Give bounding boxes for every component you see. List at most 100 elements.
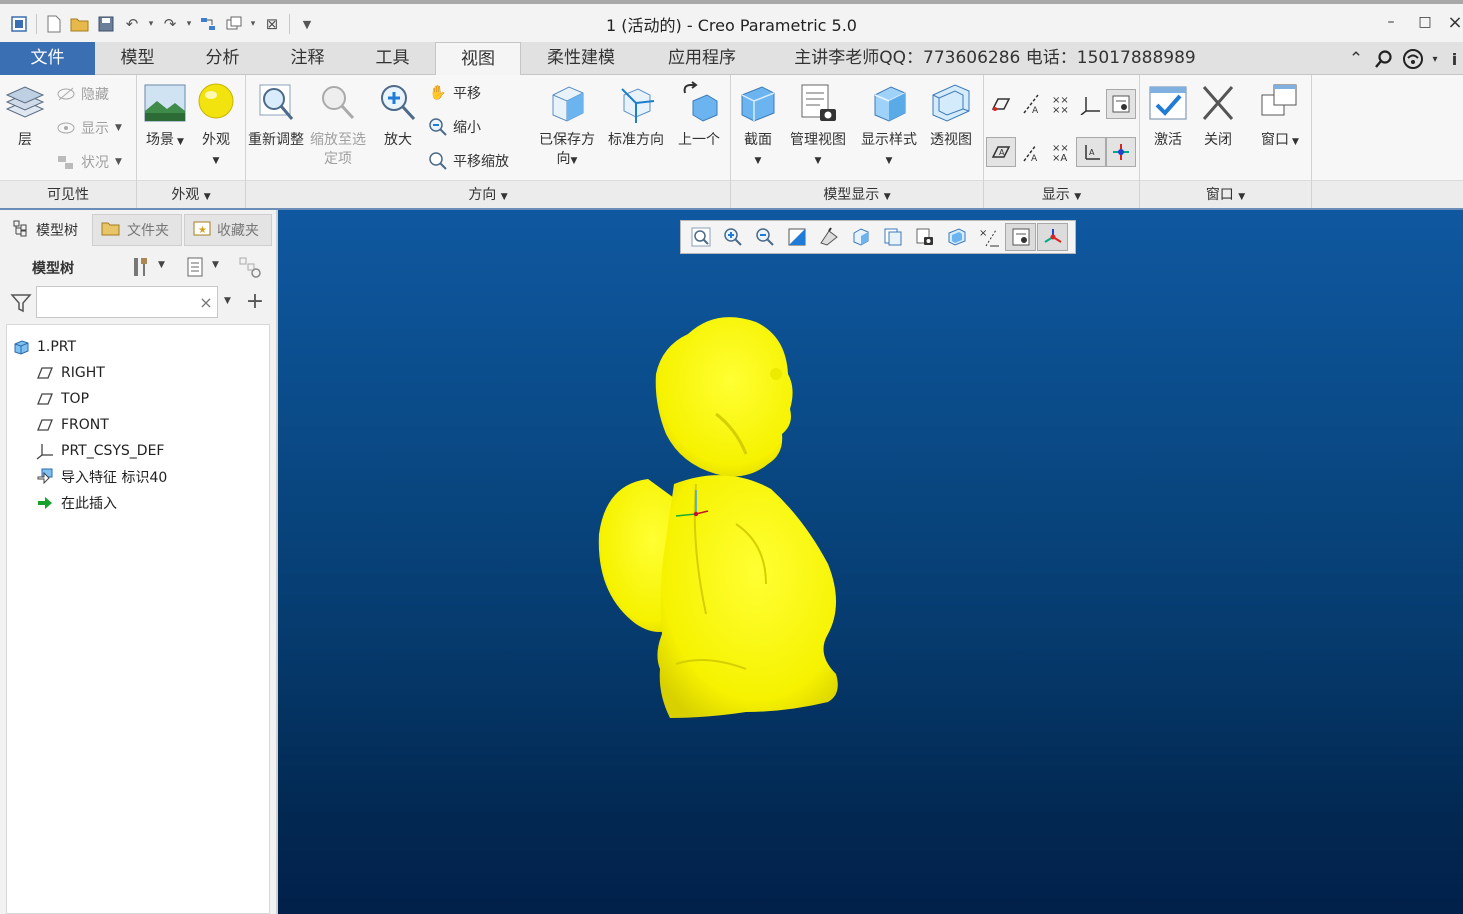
show-dropdown-icon-tree[interactable]: ▼ xyxy=(212,260,219,270)
tab-model-tree[interactable]: 模型树 xyxy=(4,214,90,246)
filter-funnel-icon[interactable] xyxy=(10,292,32,314)
tab-favorites[interactable]: ★ 收藏夹 xyxy=(184,214,272,246)
axis-tag-display-icon[interactable]: A xyxy=(1016,137,1046,167)
perspective-button[interactable]: 透视图 xyxy=(919,81,983,150)
csys-display-icon[interactable] xyxy=(1076,89,1106,119)
csys-tag-display-icon[interactable]: A xyxy=(1076,137,1106,167)
zoom-in-icon[interactable] xyxy=(717,223,748,251)
show-list-icon[interactable] xyxy=(182,254,208,280)
status-button[interactable]: 状况 ▼ xyxy=(56,149,122,175)
tree-item-insert-here[interactable]: 在此插入 xyxy=(35,491,117,515)
pan-button[interactable]: ✋ 平移 xyxy=(428,80,481,106)
tab-flexible-modeling[interactable]: 柔性建模 xyxy=(521,42,641,75)
svg-text:A: A xyxy=(999,148,1005,157)
buddha-3d-model[interactable] xyxy=(596,314,846,724)
plane-tag-display-icon[interactable]: A xyxy=(986,137,1016,167)
settings-dropdown-icon[interactable]: ▼ xyxy=(158,260,165,270)
tree-columns-icon[interactable] xyxy=(236,254,264,280)
spin-center-icon[interactable] xyxy=(1037,223,1068,251)
layer-button[interactable]: 层 xyxy=(0,81,57,150)
section-button[interactable]: 截面 ▼ xyxy=(726,81,790,171)
show-button[interactable]: 显示 ▼ xyxy=(56,115,122,141)
plane-display-icon[interactable] xyxy=(986,89,1016,119)
show-group-dropdown-icon[interactable]: ▼ xyxy=(1074,192,1081,202)
tab-model[interactable]: 模型 xyxy=(95,42,180,75)
datum-display-icon[interactable]: × xyxy=(973,223,1004,251)
pan-zoom-icon xyxy=(428,151,448,171)
close-button[interactable]: × xyxy=(1440,10,1463,34)
tab-applications[interactable]: 应用程序 xyxy=(641,42,763,75)
tab-view[interactable]: 视图 xyxy=(435,42,521,76)
orientation-group-dropdown-icon[interactable]: ▼ xyxy=(501,192,508,202)
annotation-display-toggle-icon[interactable] xyxy=(1005,223,1036,251)
display-style-icon[interactable] xyxy=(813,223,844,251)
zoom-out-icon[interactable] xyxy=(749,223,780,251)
view-manager-icon[interactable] xyxy=(877,223,908,251)
tree-item-top[interactable]: TOP xyxy=(35,387,89,411)
info-icon[interactable]: i xyxy=(1446,46,1463,72)
tab-analysis[interactable]: 分析 xyxy=(180,42,265,75)
tree-search-input[interactable] xyxy=(36,286,218,318)
search-dropdown-icon[interactable]: ▼ xyxy=(224,296,231,306)
previous-orientation-button[interactable]: 上一个 xyxy=(666,81,732,150)
zoom-out-button[interactable]: 缩小 xyxy=(428,114,481,140)
tree-item-part[interactable]: 1.PRT xyxy=(11,335,76,359)
help-dropdown-icon[interactable]: ▾ xyxy=(1428,46,1442,72)
manage-views-button[interactable]: 管理视图 ▼ xyxy=(785,81,851,171)
graphics-area[interactable]: × xyxy=(278,210,1463,914)
zoom-to-selected-button[interactable]: 缩放至选定项 xyxy=(306,81,370,169)
refit-icon[interactable] xyxy=(685,223,716,251)
status-dropdown-icon[interactable]: ▼ xyxy=(115,157,122,167)
tab-instructor-info[interactable]: 主讲李老师QQ：773606286 电话：15017888989 xyxy=(763,42,1227,75)
windows-button[interactable]: 窗口 ▼ xyxy=(1248,81,1312,152)
scene-dropdown-icon[interactable]: ▼ xyxy=(177,137,184,147)
collapse-ribbon-icon[interactable]: ⌃ xyxy=(1346,46,1366,72)
repaint-icon[interactable] xyxy=(781,223,812,251)
saved-orientations-icon[interactable] xyxy=(845,223,876,251)
perspective-view-icon[interactable] xyxy=(909,223,940,251)
tab-folder-browser[interactable]: 文件夹 xyxy=(92,214,182,246)
maximize-button[interactable]: □ xyxy=(1410,10,1440,34)
tree-item-front[interactable]: FRONT xyxy=(35,413,109,437)
minimize-button[interactable]: – xyxy=(1376,10,1406,34)
tab-tools[interactable]: 工具 xyxy=(350,42,435,75)
point-tag-display-icon[interactable]: ×× ×A xyxy=(1046,137,1076,167)
saved-orientations-button[interactable]: 已保存方向▼ xyxy=(534,81,600,171)
appearance-dropdown-icon[interactable]: ▼ xyxy=(213,156,220,166)
tree-item-import-feature[interactable]: 导入特征 标识40 xyxy=(35,465,167,489)
hide-button[interactable]: 隐藏 xyxy=(56,81,109,107)
tree-item-csys[interactable]: PRT_CSYS_DEF xyxy=(35,439,164,463)
window-group-dropdown-icon[interactable]: ▼ xyxy=(1238,192,1245,202)
close-view-button[interactable]: 关闭 xyxy=(1186,81,1250,150)
tab-file[interactable]: 文件 xyxy=(0,42,95,75)
section-view-icon[interactable] xyxy=(941,223,972,251)
search-icon[interactable] xyxy=(1372,46,1396,72)
display-style-button[interactable]: 显示样式 ▼ xyxy=(855,81,923,171)
model-display-group-dropdown-icon[interactable]: ▼ xyxy=(884,192,891,202)
standard-orientation-button[interactable]: 标准方向 xyxy=(602,81,670,150)
appearance-button[interactable]: 外观 ▼ xyxy=(184,81,248,171)
manage-views-dropdown-icon[interactable]: ▼ xyxy=(815,156,822,166)
settings-tools-icon[interactable] xyxy=(128,254,154,280)
section-dropdown-icon[interactable]: ▼ xyxy=(755,156,762,166)
spin-center-display-icon[interactable] xyxy=(1106,137,1136,167)
tab-annotate[interactable]: 注释 xyxy=(265,42,350,75)
tree-item-right[interactable]: RIGHT xyxy=(35,361,105,385)
add-filter-icon[interactable]: + xyxy=(244,288,266,314)
annotation-display-icon[interactable] xyxy=(1106,89,1136,119)
pan-zoom-button[interactable]: 平移缩放 xyxy=(428,148,509,174)
appearance-group-dropdown-icon[interactable]: ▼ xyxy=(204,192,211,202)
axis-display-icon[interactable]: A xyxy=(1016,89,1046,119)
point-display-icon[interactable]: ×× ×× xyxy=(1046,89,1076,119)
hide-eye-icon xyxy=(56,84,76,104)
clear-search-icon[interactable]: × xyxy=(197,292,215,312)
show-dropdown-icon[interactable]: ▼ xyxy=(115,123,122,133)
display-style-dropdown-icon[interactable]: ▼ xyxy=(886,156,893,166)
help-icon[interactable] xyxy=(1400,46,1426,72)
group-appearance: 场景 ▼ 外观 ▼ 外观 ▼ xyxy=(137,75,246,208)
layer-icon xyxy=(5,86,45,118)
windows-dropdown-icon[interactable]: ▼ xyxy=(1292,137,1299,147)
saved-orientations-dropdown-icon[interactable]: ▼ xyxy=(571,156,578,166)
zoom-in-button[interactable]: 放大 xyxy=(366,81,430,150)
refit-button[interactable]: 重新调整 xyxy=(244,81,308,150)
